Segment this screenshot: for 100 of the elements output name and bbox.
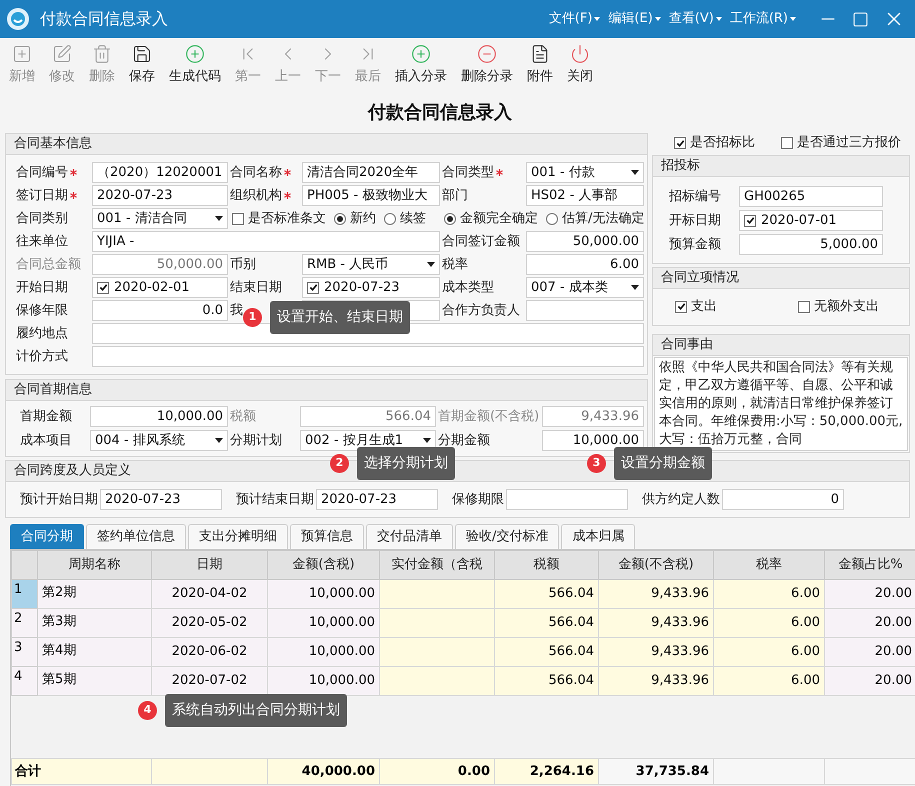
text-area[interactable]: 依照《中华人民共和国合同法》等有关规定，甲乙双方遵循平等、自愿、公平和诚实信用的原则，就清洁日常维护保养签订本合同。年维保费用:小写：50,000.00元,大写：伍拾万元整，合同 xyxy=(654,356,908,450)
tab[interactable]: 签约单位信息 xyxy=(86,524,186,549)
tab[interactable]: 交付品清单 xyxy=(366,524,453,549)
input-field[interactable]: 0.0 xyxy=(92,300,228,321)
tab[interactable]: 验收/交付标准 xyxy=(455,524,560,549)
input-field[interactable]: 10,000.00 xyxy=(542,430,644,451)
date-field[interactable]: 2020-02-01 xyxy=(92,277,228,298)
toolbar-button[interactable]: 生成代码 xyxy=(162,44,228,86)
column-header[interactable]: 实付金额（含税 xyxy=(380,550,494,580)
radio-button[interactable] xyxy=(444,212,456,224)
field-label: 合同类别 xyxy=(16,210,68,228)
dropdown[interactable]: 001 - 付款 xyxy=(526,162,644,183)
caret-icon xyxy=(215,216,223,221)
table-cell: 第3期 xyxy=(38,608,152,638)
column-header[interactable]: 日期 xyxy=(152,550,268,580)
checkbox[interactable] xyxy=(744,214,756,226)
row-number-cell[interactable]: 4 xyxy=(12,666,38,696)
tab[interactable]: 预算信息 xyxy=(290,524,364,549)
power-icon xyxy=(570,44,590,64)
field-label: 结束日期 xyxy=(230,278,282,297)
input-field[interactable]: 清洁合同2020全年 xyxy=(302,162,440,183)
dropdown[interactable]: 004 - 排风系统 xyxy=(90,430,228,451)
column-header[interactable]: 周期名称 xyxy=(38,550,152,580)
menu-item[interactable]: 文件(F) xyxy=(548,9,600,29)
column-header[interactable]: 金额占比% xyxy=(824,550,915,580)
field-label: 成本类型 xyxy=(442,278,494,297)
menu-item[interactable]: 工作流(R) xyxy=(730,9,796,29)
input-field[interactable]: HS02 - 人事部 xyxy=(526,185,644,206)
table-cell: 9,433.96 xyxy=(598,666,714,696)
input-field[interactable]: 2020-07-23 xyxy=(100,489,222,510)
table-cell: 566.04 xyxy=(494,608,598,638)
tooltip: 设置分期金额 xyxy=(614,447,712,480)
toolbar-button[interactable]: 插入分录 xyxy=(388,44,454,86)
input-field[interactable]: 2020-07-23 xyxy=(316,489,438,510)
input-field[interactable]: 6.00 xyxy=(526,254,644,275)
checkbox[interactable] xyxy=(675,300,687,313)
input-field[interactable]: 2020-07-23 xyxy=(92,185,228,206)
tab[interactable]: 支出分摊明细 xyxy=(188,524,288,549)
window-title: 付款合同信息录入 xyxy=(40,8,168,30)
tab[interactable]: 合同分期 xyxy=(10,524,84,549)
menu-item[interactable]: 查看(V) xyxy=(668,9,722,29)
checkbox[interactable] xyxy=(798,300,810,313)
column-header[interactable]: 税额 xyxy=(494,550,598,580)
column-header[interactable]: 税率 xyxy=(714,550,824,580)
input-field[interactable]: PH005 - 极致物业大 xyxy=(302,185,440,206)
field-label: 成本项目 xyxy=(20,432,72,450)
column-header[interactable]: 金额(含税) xyxy=(268,550,380,580)
radio-button[interactable] xyxy=(546,212,558,224)
field-label: 开始日期 xyxy=(16,278,68,297)
dropdown[interactable]: RMB - 人民币 xyxy=(302,254,440,275)
checkbox[interactable] xyxy=(97,282,109,294)
field-label: 我 xyxy=(230,302,243,320)
input-field[interactable]: （2020）12020001 xyxy=(92,162,228,183)
toolbar-button[interactable]: 附件 xyxy=(520,44,560,86)
date-field[interactable]: 2020-07-01 xyxy=(739,210,883,231)
field-label: 供方约定人数 xyxy=(642,490,720,509)
field-label: 招标编号 xyxy=(669,188,721,206)
toolbar-button[interactable]: 保存 xyxy=(122,44,162,86)
tab[interactable]: 成本归属 xyxy=(561,524,636,549)
input-field[interactable]: 5,000.00 xyxy=(739,234,883,255)
menu-item[interactable]: 编辑(E) xyxy=(608,9,661,29)
input-field[interactable]: 10,000.00 xyxy=(90,406,228,427)
table-cell: 20.00 xyxy=(824,638,915,666)
field-label: 履约地点 xyxy=(16,324,68,343)
checkbox[interactable] xyxy=(674,137,686,149)
dropdown[interactable]: 001 - 清洁合同 xyxy=(92,208,228,229)
field-label: 计价方式 xyxy=(16,348,68,366)
table-cell: 第5期 xyxy=(38,666,152,696)
checkbox[interactable] xyxy=(307,282,319,294)
checkbox[interactable] xyxy=(781,137,793,149)
radio-button[interactable] xyxy=(384,212,396,224)
input-field[interactable]: 50,000.00 xyxy=(526,231,644,252)
field-label: 预计开始日期 xyxy=(20,490,98,509)
input-field[interactable] xyxy=(506,489,628,510)
toolbar-button[interactable]: 删除分录 xyxy=(454,44,520,86)
row-number-cell[interactable]: 2 xyxy=(12,608,38,638)
option-label: 无额外支出 xyxy=(814,298,879,316)
maximize-icon[interactable] xyxy=(852,10,869,28)
input-field[interactable]: YIJIA - xyxy=(92,231,440,252)
row-number-cell[interactable]: 3 xyxy=(12,638,38,666)
field-label: 签订日期 xyxy=(16,186,68,205)
table-cell: 6.00 xyxy=(714,608,824,638)
table-cell: 第2期 xyxy=(38,580,152,608)
table-cell: 2020-07-02 xyxy=(152,666,268,696)
input-field[interactable]: GH00265 xyxy=(739,186,883,207)
radio-button[interactable] xyxy=(334,212,346,224)
option-label: 是否招标比 xyxy=(690,134,755,152)
date-field[interactable]: 2020-07-23 xyxy=(302,277,440,298)
input-field[interactable]: 0 xyxy=(722,489,844,510)
row-number-cell[interactable]: 1 xyxy=(12,580,38,608)
checkbox[interactable] xyxy=(232,212,244,224)
input-field[interactable] xyxy=(526,300,644,321)
column-header[interactable]: 金额(不含税) xyxy=(598,550,714,580)
table-cell: 6.00 xyxy=(714,666,824,696)
toolbar-button[interactable]: 关闭 xyxy=(560,44,600,86)
field-label: 部门 xyxy=(442,186,468,205)
input-field[interactable] xyxy=(92,346,644,367)
table-cell: 9,433.96 xyxy=(598,580,714,608)
dropdown[interactable]: 007 - 成本类 xyxy=(526,277,644,298)
field-label: 合同签订金额 xyxy=(442,232,520,251)
